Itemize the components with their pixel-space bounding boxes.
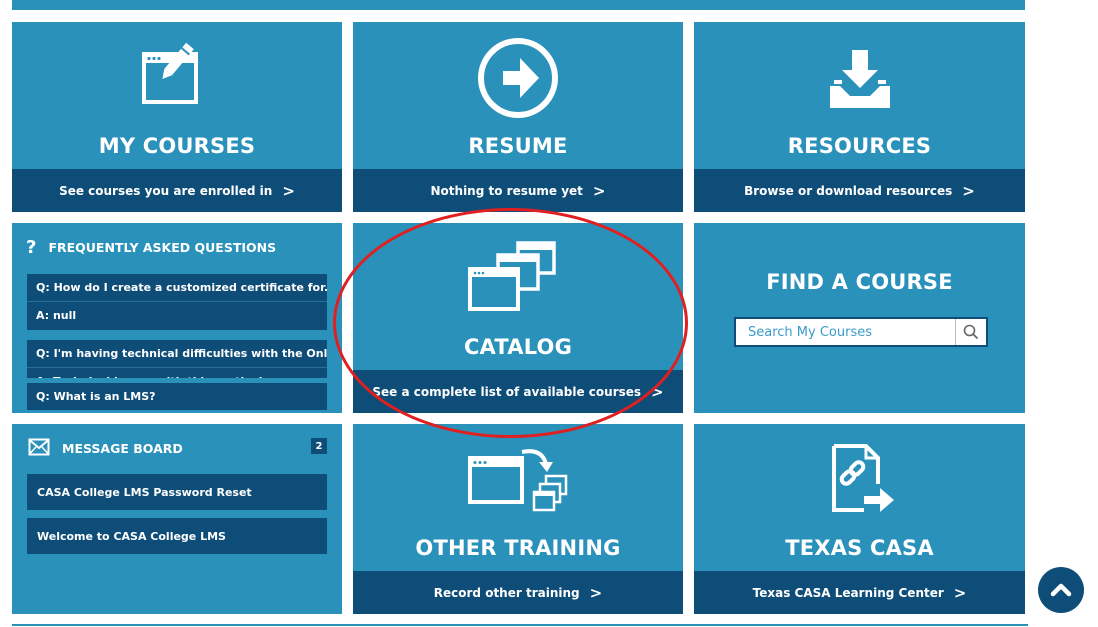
link-label: Texas CASA Learning Center xyxy=(752,585,944,600)
arrow-circle-icon xyxy=(353,36,683,120)
link-label: Nothing to resume yet xyxy=(430,183,583,198)
download-tray-icon xyxy=(694,44,1025,114)
link-label: See a complete list of available courses xyxy=(372,384,642,399)
faq-item[interactable]: Q: I'm having technical difficulties wit… xyxy=(27,340,327,378)
chevron-right-icon: > xyxy=(589,583,603,602)
search-input[interactable] xyxy=(736,318,955,346)
faq-header: ? FREQUENTLY ASKED QUESTIONS xyxy=(26,237,276,258)
faq-panel: ? FREQUENTLY ASKED QUESTIONS Q: How do I… xyxy=(12,223,342,413)
course-window-icon xyxy=(12,40,342,110)
faq-item[interactable]: Q: What is an LMS? xyxy=(27,383,327,410)
tile-title: TEXAS CASA xyxy=(785,536,934,560)
message-item[interactable]: CASA College LMS Password Reset xyxy=(27,474,327,510)
tile-title: RESOURCES xyxy=(787,134,932,158)
my-courses-link[interactable]: See courses you are enrolled in > xyxy=(12,169,342,212)
message-board-title: MESSAGE BOARD xyxy=(62,441,183,456)
chevron-right-icon: > xyxy=(962,181,975,200)
chevron-right-icon: > xyxy=(953,583,967,602)
faq-answer: A: null xyxy=(27,301,327,329)
message-board-header: MESSAGE BOARD xyxy=(28,438,183,459)
tile-resources[interactable]: RESOURCES Browse or download resources > xyxy=(694,22,1025,212)
texas-casa-link[interactable]: Texas CASA Learning Center > xyxy=(694,571,1025,614)
faq-item[interactable]: Q: How do I create a customized certific… xyxy=(27,274,327,330)
resume-link[interactable]: Nothing to resume yet > xyxy=(353,169,683,212)
tile-find-course: FIND A COURSE xyxy=(694,223,1025,413)
message-item[interactable]: Welcome to CASA College LMS xyxy=(27,518,327,554)
chevron-right-icon: > xyxy=(651,382,664,401)
document-link-icon xyxy=(694,440,1025,520)
tile-other-training[interactable]: OTHER TRAINING Record other training > xyxy=(353,424,683,614)
other-training-link[interactable]: Record other training > xyxy=(353,571,683,614)
other-training-icon xyxy=(353,442,683,522)
message-board-panel: MESSAGE BOARD 2 CASA College LMS Passwor… xyxy=(12,424,342,614)
faq-question[interactable]: Q: What is an LMS? xyxy=(27,383,327,410)
faq-answer: A: Technical issues with this particul..… xyxy=(27,367,327,378)
top-bar xyxy=(12,0,1025,10)
chevron-right-icon: > xyxy=(282,181,295,200)
tile-resume[interactable]: RESUME Nothing to resume yet > xyxy=(353,22,683,212)
tile-title: CATALOG xyxy=(463,335,573,359)
tile-title: FIND A COURSE xyxy=(766,270,953,294)
search-box xyxy=(734,317,988,347)
tile-title: MY COURSES xyxy=(98,134,256,158)
message-count-badge: 2 xyxy=(311,438,327,454)
faq-question[interactable]: Q: How do I create a customized certific… xyxy=(27,274,327,301)
envelope-icon xyxy=(28,438,50,459)
catalog-windows-icon xyxy=(353,239,683,319)
chevron-right-icon: > xyxy=(592,181,606,200)
link-label: Record other training xyxy=(433,585,580,600)
question-mark-icon: ? xyxy=(26,237,37,258)
faq-title: FREQUENTLY ASKED QUESTIONS xyxy=(48,240,277,255)
tile-catalog[interactable]: CATALOG See a complete list of available… xyxy=(353,223,683,413)
chevron-up-icon xyxy=(1050,583,1072,597)
link-label: See courses you are enrolled in xyxy=(59,183,273,198)
link-label: Browse or download resources xyxy=(744,183,953,198)
catalog-link[interactable]: See a complete list of available courses… xyxy=(353,370,683,413)
scroll-to-top-button[interactable] xyxy=(1038,567,1084,613)
tile-my-courses[interactable]: MY COURSES See courses you are enrolled … xyxy=(12,22,342,212)
search-icon[interactable] xyxy=(955,319,986,345)
tile-title: OTHER TRAINING xyxy=(415,536,621,560)
tile-texas-casa[interactable]: TEXAS CASA Texas CASA Learning Center > xyxy=(694,424,1025,614)
tile-title: RESUME xyxy=(468,134,568,158)
bottom-divider xyxy=(12,624,1028,626)
resources-link[interactable]: Browse or download resources > xyxy=(694,169,1025,212)
faq-question[interactable]: Q: I'm having technical difficulties wit… xyxy=(27,340,327,367)
